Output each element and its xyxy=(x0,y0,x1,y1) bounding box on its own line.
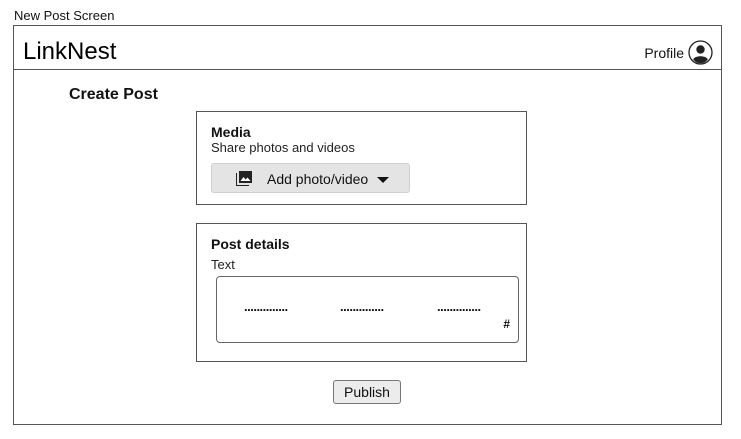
app-title: LinkNest xyxy=(23,38,117,65)
placeholder-dots: .............. xyxy=(340,299,384,314)
media-card: Media Share photos and videos Add photo/… xyxy=(196,111,527,205)
media-card-title: Media xyxy=(211,124,251,140)
post-text-area[interactable]: .............. .............. ..........… xyxy=(216,276,519,343)
app-header: LinkNest Profile xyxy=(14,26,721,70)
profile-button[interactable]: Profile xyxy=(644,40,713,65)
placeholder-dots: .............. xyxy=(437,299,481,314)
add-photo-video-label: Add photo/video xyxy=(267,171,369,187)
caret-down-icon xyxy=(377,177,389,183)
post-details-card: Post details Text .............. .......… xyxy=(196,223,527,362)
page-title: Create Post xyxy=(69,86,158,103)
post-details-title: Post details xyxy=(211,236,290,252)
text-field-label: Text xyxy=(211,257,235,272)
placeholder-dots: .............. xyxy=(244,299,288,314)
profile-label: Profile xyxy=(644,44,684,61)
photo-library-icon xyxy=(236,171,252,186)
app-window: LinkNest Profile Create Post Media Share… xyxy=(13,25,722,425)
publish-button[interactable]: Publish xyxy=(333,380,401,404)
hashtag-icon[interactable]: # xyxy=(503,317,510,331)
screen-label: New Post Screen xyxy=(14,8,115,23)
media-card-subtitle: Share photos and videos xyxy=(211,140,355,155)
add-photo-video-button[interactable]: Add photo/video xyxy=(211,163,410,193)
user-circle-icon xyxy=(688,40,713,65)
